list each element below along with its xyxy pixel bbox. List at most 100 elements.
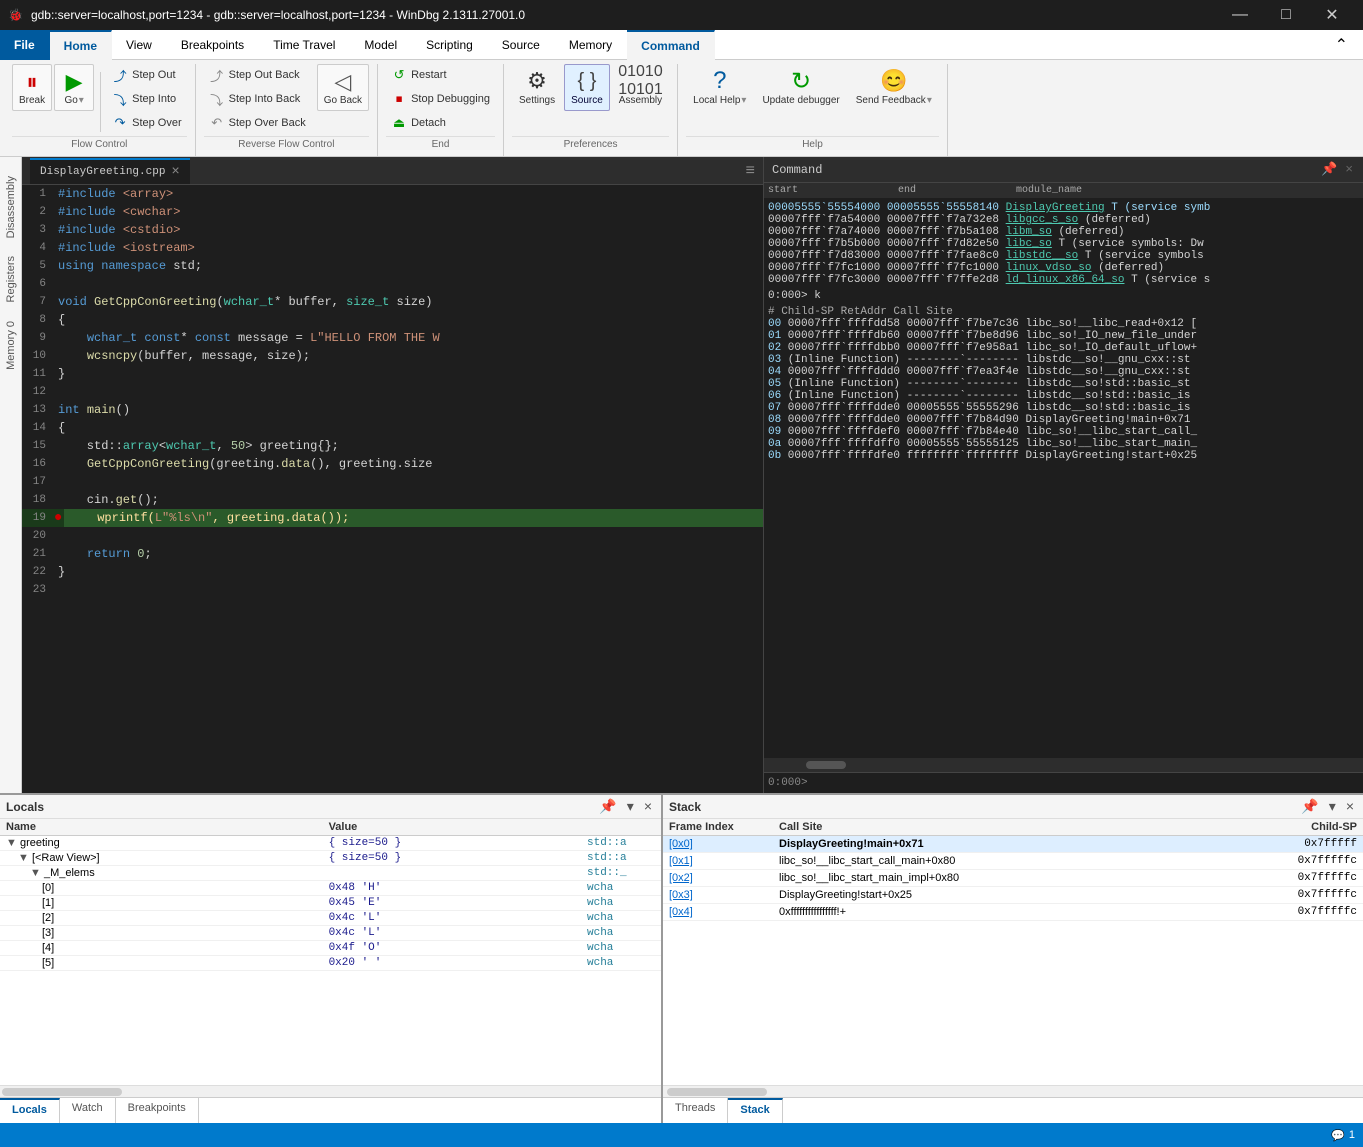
- tab-breakpoints[interactable]: Breakpoints: [167, 30, 259, 60]
- detach-button[interactable]: ⏏ Detach: [386, 112, 495, 134]
- help-buttons: ? Local Help ▾ ↻ Update debugger 😊 Send …: [686, 64, 939, 136]
- break-button[interactable]: ⏸ Break: [12, 64, 52, 111]
- step-over-back-button[interactable]: ↶ Step Over Back: [204, 112, 311, 134]
- send-feedback-button[interactable]: 😊 Send Feedback ▾: [849, 64, 939, 111]
- code-editor: DisplayGreeting.cpp × ≡ 1 #include <arra…: [22, 157, 763, 793]
- stack-icons: 📌 ▾ ×: [1298, 797, 1357, 816]
- tab-memory[interactable]: Memory: [555, 30, 627, 60]
- maximize-button[interactable]: □: [1263, 0, 1309, 30]
- code-file-tab[interactable]: DisplayGreeting.cpp ×: [30, 158, 190, 184]
- command-scrollbar-thumb[interactable]: [806, 761, 846, 769]
- code-line-15: 15 std::array<wchar_t, 50> greeting{};: [22, 437, 763, 455]
- source-button[interactable]: { } Source: [564, 64, 610, 111]
- restart-button[interactable]: ↺ Restart: [386, 64, 495, 86]
- update-debugger-button[interactable]: ↻ Update debugger: [755, 64, 846, 111]
- stack-h-scrollbar[interactable]: [663, 1085, 1363, 1097]
- stack-row-04: 04 00007fff`ffffddd0 00007fff`f7ea3f4e l…: [768, 366, 1359, 378]
- step-into-button[interactable]: ⤵ Step Into: [107, 88, 187, 110]
- assembly-button[interactable]: 0101010101 Assembly: [612, 64, 669, 111]
- code-line-10: 10 wcsncpy(buffer, message, size);: [22, 347, 763, 365]
- go-icon: ▶: [66, 69, 83, 95]
- command-panel-close[interactable]: ×: [1343, 161, 1355, 178]
- stack-table-container[interactable]: Frame Index Call Site Child-SP [0x0] Dis…: [663, 819, 1363, 1085]
- tab-source[interactable]: Source: [488, 30, 555, 60]
- frame-3-childsp: 0x7fffffc: [1233, 887, 1363, 904]
- command-output[interactable]: 00005555`55554000 00005555`55558140 Disp…: [764, 198, 1363, 758]
- stop-debugging-button[interactable]: ⏹ Stop Debugging: [386, 88, 495, 110]
- tab-home[interactable]: Home: [50, 30, 112, 60]
- frame-0-call: DisplayGreeting!main+0x71: [773, 836, 1233, 853]
- stack-col-call: Call Site: [773, 819, 1233, 836]
- step-into-icon: ⤵: [112, 91, 128, 107]
- tab-scripting[interactable]: Scripting: [412, 30, 488, 60]
- stack-row-0b: 0b 00007fff`ffffdfe0 ffffffff`ffffffff D…: [768, 450, 1359, 462]
- frame-1-childsp: 0x7fffffc: [1233, 853, 1363, 870]
- code-filename: DisplayGreeting.cpp: [40, 166, 165, 178]
- output-row-addr7: 00007fff`f7fc3000 00007fff`f7ffe2d8 ld_l…: [768, 274, 1359, 286]
- code-tab-close[interactable]: ×: [171, 164, 179, 180]
- frame-1-link[interactable]: [0x1]: [663, 853, 773, 870]
- frame-4-link[interactable]: [0x4]: [663, 904, 773, 921]
- assembly-icon: 0101010101: [628, 69, 652, 93]
- locals-h-scrollbar-thumb[interactable]: [2, 1088, 122, 1096]
- frame-2-link[interactable]: [0x2]: [663, 870, 773, 887]
- step-out-icon: ⤴: [112, 67, 128, 83]
- code-content[interactable]: 1 #include <array> 2 #include <cwchar> 3…: [22, 185, 763, 793]
- step-out-back-button[interactable]: ⤴ Step Out Back: [204, 64, 311, 86]
- stack-row-06: 06 (Inline Function) --------`-------- l…: [768, 390, 1359, 402]
- command-h-scrollbar[interactable]: [764, 758, 1363, 772]
- tab-time-travel[interactable]: Time Travel: [259, 30, 350, 60]
- close-button[interactable]: ✕: [1309, 0, 1355, 30]
- chat-icon: 💬: [1331, 1129, 1345, 1142]
- code-line-5: 5 using namespace std;: [22, 257, 763, 275]
- step-over-button[interactable]: ↷ Step Over: [107, 112, 187, 134]
- tab-view[interactable]: View: [112, 30, 167, 60]
- locals-table-container[interactable]: Name Value ▼ greeting { size=50 } std::a: [0, 819, 661, 1085]
- locals-dropdown-icon[interactable]: ▾: [624, 797, 637, 816]
- go-button[interactable]: ▶ Go ▾: [54, 64, 94, 111]
- output-row-addr4: 00007fff`f7b5b000 00007fff`f7d82e50 libc…: [768, 238, 1359, 250]
- stack-h-scrollbar-thumb[interactable]: [667, 1088, 767, 1096]
- registers-tab[interactable]: Registers: [1, 247, 21, 311]
- command-input[interactable]: [812, 777, 1359, 789]
- tab-model[interactable]: Model: [350, 30, 412, 60]
- output-callstack-header: # Child-SP RetAddr Call Site: [768, 306, 1359, 318]
- locals-row-0: [0] 0x48 'H' wcha: [0, 881, 661, 896]
- tab-command[interactable]: Command: [627, 30, 715, 60]
- minimize-button[interactable]: —: [1217, 0, 1263, 30]
- step-out-button[interactable]: ⤴ Step Out: [107, 64, 187, 86]
- stack-close-icon[interactable]: ×: [1343, 797, 1357, 816]
- step-into-back-button[interactable]: ⤵ Step Into Back: [204, 88, 311, 110]
- frame-0-link[interactable]: [0x0]: [663, 836, 773, 853]
- stack-col-frame: Frame Index: [663, 819, 773, 836]
- stack-dropdown-icon[interactable]: ▾: [1326, 797, 1339, 816]
- code-line-12: 12: [22, 383, 763, 401]
- tab-file[interactable]: File: [0, 30, 50, 60]
- restart-icon: ↺: [391, 67, 407, 83]
- stack-row-3: [0x3] DisplayGreeting!start+0x25 0x7ffff…: [663, 887, 1363, 904]
- locals-icons: 📌 ▾ ×: [596, 797, 655, 816]
- local-help-button[interactable]: ? Local Help ▾: [686, 64, 753, 111]
- memory-tab[interactable]: Memory 0: [1, 312, 21, 379]
- settings-button[interactable]: ⚙ Settings: [512, 64, 562, 111]
- col-value: Value: [323, 819, 581, 836]
- go-back-button[interactable]: ◁ Go Back: [317, 64, 369, 111]
- locals-pin-icon[interactable]: 📌: [596, 797, 619, 816]
- ribbon-collapse-button[interactable]: ⌃: [1321, 30, 1363, 60]
- stack-row-0a: 0a 00007fff`ffffdff0 00005555`55555125 l…: [768, 438, 1359, 450]
- status-bar: 💬 1: [0, 1123, 1363, 1147]
- disassembly-tab[interactable]: Disassembly: [1, 167, 21, 247]
- code-tab-dropdown[interactable]: ≡: [745, 162, 755, 180]
- stack-pin-icon[interactable]: 📌: [1298, 797, 1321, 816]
- code-line-8: 8 {: [22, 311, 763, 329]
- locals-toolbar: Locals 📌 ▾ ×: [0, 795, 661, 819]
- locals-close-icon[interactable]: ×: [641, 797, 655, 816]
- code-line-14: 14 {: [22, 419, 763, 437]
- code-line-9: 9 wchar_t const* const message = L"HELLO…: [22, 329, 763, 347]
- frame-3-link[interactable]: [0x3]: [663, 887, 773, 904]
- module-list-header: start end module_name: [764, 183, 1363, 198]
- locals-h-scrollbar[interactable]: [0, 1085, 661, 1097]
- stack-row-03: 03 (Inline Function) --------`-------- l…: [768, 354, 1359, 366]
- status-chat[interactable]: 💬 1: [1331, 1129, 1355, 1142]
- command-panel-pin[interactable]: 📌: [1319, 161, 1339, 178]
